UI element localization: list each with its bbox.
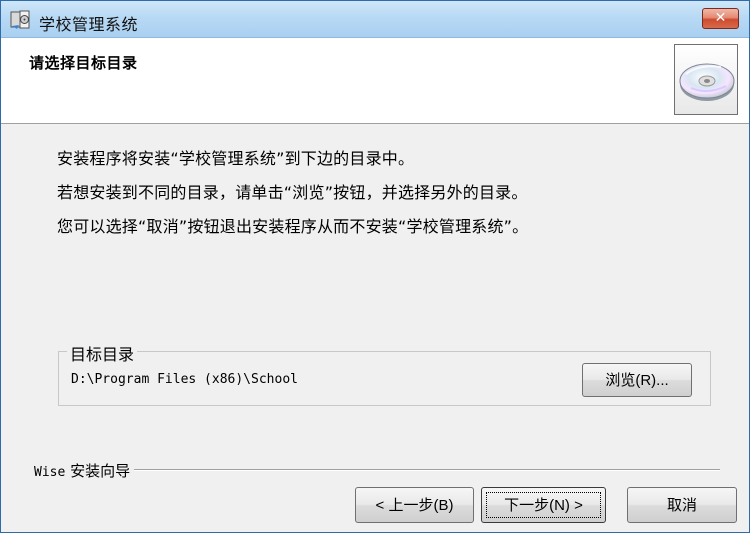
wise-installer-text: 安装向导 [70,462,131,480]
target-directory-path: D:\Program Files (x86)\School [71,372,298,387]
target-directory-label: 目标目录 [67,341,138,365]
instruction-line-2: 若想安装到不同的目录，请单击“浏览”按钮，并选择另外的目录。 [57,183,528,202]
installer-app-icon [10,10,30,29]
wizard-header: 请选择目标目录 [1,38,749,124]
close-icon: ✕ [714,10,727,26]
cancel-button[interactable]: 取消 [627,487,737,523]
title-bar[interactable]: 学校管理系统 ✕ [1,1,749,38]
installer-window: 学校管理系统 ✕ 请选择目标目录 安装程序将安装“学校管理系统”到下边的目录中。… [0,0,750,533]
next-button[interactable]: 下一步(N) > [481,487,606,523]
wise-brand-name: Wise [34,465,66,480]
footer-separator [34,469,720,471]
close-button[interactable]: ✕ [702,8,739,29]
instruction-line-1: 安装程序将安装“学校管理系统”到下边的目录中。 [57,149,415,168]
browse-button[interactable]: 浏览(R)... [582,363,692,397]
cd-icon [679,63,735,101]
wise-installer-label: Wise 安装向导 [34,460,135,481]
instruction-text: 安装程序将安装“学校管理系统”到下边的目录中。 若想安装到不同的目录，请单击“浏… [57,148,707,250]
back-button[interactable]: < 上一步(B) [355,487,474,523]
instruction-line-3: 您可以选择“取消”按钮退出安装程序从而不安装“学校管理系统”。 [57,217,529,236]
page-title: 请选择目标目录 [29,54,138,72]
window-title: 学校管理系统 [39,15,139,34]
header-image [674,44,738,115]
